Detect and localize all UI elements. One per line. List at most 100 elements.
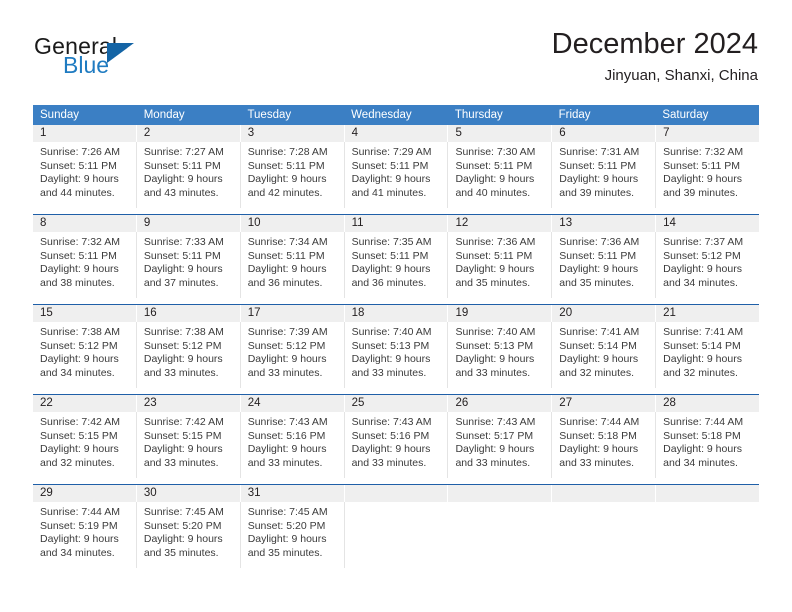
day-cell-9[interactable]: Sunrise: 7:33 AM Sunset: 5:11 PM Daylight:… [137, 232, 241, 298]
day-number-24[interactable]: 24 [241, 395, 345, 412]
calendar-week-row: 22 23 24 25 26 27 28 Sunrise: 7:42 AM Sunset: 5:… [33, 394, 759, 478]
day-number-17[interactable]: 17 [241, 305, 345, 322]
day-cell-10[interactable]: Sunrise: 7:34 AM Sunset: 5:11 PM Daylight:… [241, 232, 345, 298]
day-cell-1[interactable]: Sunrise: 7:26 AM Sunset: 5:11 PM Daylight:… [33, 142, 137, 208]
day-info-line: Daylight: 9 hours [40, 443, 119, 456]
day-cell-15[interactable]: Sunrise: 7:38 AM Sunset: 5:12 PM Daylight:… [33, 322, 137, 388]
day-number-27[interactable]: 27 [552, 395, 657, 412]
day-number-8[interactable]: 8 [33, 215, 137, 232]
day-number-10[interactable]: 10 [241, 215, 345, 232]
calendar-week-row: 15 16 17 18 19 20 21 Sunrise: 7:38 AM Sunset: 5:… [33, 304, 759, 388]
day-number-21[interactable]: 21 [656, 305, 759, 322]
day-info-line: and 34 minutes. [40, 366, 115, 379]
day-info-line: and 33 minutes. [247, 366, 323, 379]
day-number-9[interactable]: 9 [137, 215, 241, 232]
day-cell-6[interactable]: Sunrise: 7:31 AM Sunset: 5:11 PM Daylight:… [552, 142, 657, 208]
day-number-19[interactable]: 19 [448, 305, 553, 322]
day-number-14[interactable]: 14 [656, 215, 759, 232]
day-cell-18[interactable]: Sunrise: 7:40 AM Sunset: 5:13 PM Daylight:… [345, 322, 449, 388]
day-info-line: Daylight: 9 hours [40, 173, 119, 186]
day-number-5[interactable]: 5 [448, 125, 553, 142]
day-number-31[interactable]: 31 [241, 485, 345, 502]
day-info-line: and 38 minutes. [40, 276, 115, 289]
day-info-line: and 37 minutes. [143, 276, 219, 289]
day-number-2[interactable]: 2 [137, 125, 241, 142]
day-cell-22[interactable]: Sunrise: 7:42 AM Sunset: 5:15 PM Daylight:… [33, 412, 137, 478]
day-cell-3[interactable]: Sunrise: 7:28 AM Sunset: 5:11 PM Daylight:… [241, 142, 345, 208]
day-cell-29[interactable]: Sunrise: 7:44 AM Sunset: 5:19 PM Daylight:… [33, 502, 137, 568]
day-number-1[interactable]: 1 [33, 125, 137, 142]
day-info-line: Sunrise: 7:44 AM [559, 416, 640, 428]
day-cell-2[interactable]: Sunrise: 7:27 AM Sunset: 5:11 PM Daylight:… [137, 142, 241, 208]
day-cell-16[interactable]: Sunrise: 7:38 AM Sunset: 5:12 PM Daylight:… [137, 322, 241, 388]
day-info-line: Sunset: 5:14 PM [559, 339, 637, 352]
day-info-line: Daylight: 9 hours [559, 263, 639, 276]
day-info-line: Sunrise: 7:43 AM [351, 416, 432, 428]
day-cell-20[interactable]: Sunrise: 7:41 AM Sunset: 5:14 PM Daylight:… [552, 322, 657, 388]
day-info-line: Daylight: 9 hours [663, 263, 742, 276]
day-number-20[interactable]: 20 [552, 305, 657, 322]
day-info-line: and 42 minutes. [247, 186, 323, 199]
day-cell-4[interactable]: Sunrise: 7:29 AM Sunset: 5:11 PM Daylight:… [345, 142, 449, 208]
day-info-line: and 33 minutes. [143, 456, 219, 469]
general-blue-logo[interactable]: General Blue [34, 33, 214, 81]
calendar-week-row: 8 9 10 11 12 13 14 Sunrise: 7:32 AM Sunset: 5:11… [33, 214, 759, 298]
day-number-4[interactable]: 4 [345, 125, 449, 142]
day-number-28[interactable]: 28 [656, 395, 759, 412]
day-info-line: Sunset: 5:11 PM [559, 249, 637, 262]
calendar-week-row: 1 2 3 4 5 6 7 Sunrise: 7:26 AM Sunset: 5:11 PM Da… [33, 125, 759, 208]
day-info-line: and 33 minutes. [351, 456, 427, 469]
day-number-15[interactable]: 15 [33, 305, 137, 322]
day-info-line: Daylight: 9 hours [663, 443, 742, 456]
day-number-16[interactable]: 16 [137, 305, 241, 322]
day-cell-8[interactable]: Sunrise: 7:32 AM Sunset: 5:11 PM Daylight:… [33, 232, 137, 298]
day-cell-11[interactable]: Sunrise: 7:35 AM Sunset: 5:11 PM Daylight:… [345, 232, 449, 298]
day-cell-24[interactable]: Sunrise: 7:43 AM Sunset: 5:16 PM Daylight:… [241, 412, 345, 478]
day-info-line: Sunset: 5:15 PM [40, 429, 118, 442]
day-cell-28[interactable]: Sunrise: 7:44 AM Sunset: 5:18 PM Daylight:… [656, 412, 759, 478]
day-number-29[interactable]: 29 [33, 485, 137, 502]
day-info-line: Daylight: 9 hours [559, 173, 639, 186]
day-cell-31[interactable]: Sunrise: 7:45 AM Sunset: 5:20 PM Daylight:… [241, 502, 345, 568]
day-info-line: Daylight: 9 hours [351, 443, 431, 456]
day-info-line: and 43 minutes. [143, 186, 219, 199]
day-cell-5[interactable]: Sunrise: 7:30 AM Sunset: 5:11 PM Daylight:… [448, 142, 553, 208]
day-number-23[interactable]: 23 [137, 395, 241, 412]
day-number-18[interactable]: 18 [345, 305, 449, 322]
day-cell-7[interactable]: Sunrise: 7:32 AM Sunset: 5:11 PM Daylight:… [656, 142, 759, 208]
day-cell-empty [448, 502, 552, 568]
day-info-line: Sunrise: 7:34 AM [247, 236, 328, 248]
day-cell-17[interactable]: Sunrise: 7:39 AM Sunset: 5:12 PM Daylight:… [241, 322, 345, 388]
calendar-week-row: 29 30 31 Sunrise: 7:44 AM Sunset: 5:19 PM Day… [33, 484, 759, 568]
day-cell-25[interactable]: Sunrise: 7:43 AM Sunset: 5:16 PM Daylight:… [345, 412, 449, 478]
page-subtitle: Jinyuan, Shanxi, China [604, 67, 758, 84]
day-cell-26[interactable]: Sunrise: 7:43 AM Sunset: 5:17 PM Daylight:… [448, 412, 553, 478]
day-info-line: Sunset: 5:11 PM [351, 159, 429, 172]
day-info-line: Sunrise: 7:31 AM [559, 146, 640, 158]
day-cell-12[interactable]: Sunrise: 7:36 AM Sunset: 5:11 PM Daylight:… [448, 232, 553, 298]
day-cell-30[interactable]: Sunrise: 7:45 AM Sunset: 5:20 PM Daylight:… [137, 502, 241, 568]
day-number-26[interactable]: 26 [448, 395, 553, 412]
page-title: December 2024 [551, 28, 758, 60]
calendar-grid: Sunday Monday Tuesday Wednesday Thursday Frid… [33, 105, 759, 568]
day-cell-13[interactable]: Sunrise: 7:36 AM Sunset: 5:11 PM Daylight:… [552, 232, 657, 298]
day-info-line: Sunset: 5:11 PM [663, 159, 741, 172]
day-cell-23[interactable]: Sunrise: 7:42 AM Sunset: 5:15 PM Daylight:… [137, 412, 241, 478]
day-cell-14[interactable]: Sunrise: 7:37 AM Sunset: 5:12 PM Daylight:… [656, 232, 759, 298]
day-number-6[interactable]: 6 [552, 125, 657, 142]
day-info-line: Sunrise: 7:33 AM [143, 236, 224, 248]
day-number-11[interactable]: 11 [345, 215, 449, 232]
day-number-30[interactable]: 30 [137, 485, 241, 502]
day-number-12[interactable]: 12 [448, 215, 553, 232]
day-cell-27[interactable]: Sunrise: 7:44 AM Sunset: 5:18 PM Daylight:… [552, 412, 657, 478]
day-info-line: Sunset: 5:13 PM [351, 339, 430, 352]
day-number-13[interactable]: 13 [552, 215, 657, 232]
day-cell-19[interactable]: Sunrise: 7:40 AM Sunset: 5:13 PM Daylight:… [448, 322, 553, 388]
day-info-line: Sunset: 5:12 PM [663, 249, 741, 262]
day-number-3[interactable]: 3 [241, 125, 345, 142]
day-number-7[interactable]: 7 [656, 125, 759, 142]
day-cell-21[interactable]: Sunrise: 7:41 AM Sunset: 5:14 PM Daylight:… [656, 322, 759, 388]
day-info-line: and 32 minutes. [559, 366, 635, 379]
day-number-25[interactable]: 25 [345, 395, 449, 412]
day-number-22[interactable]: 22 [33, 395, 137, 412]
